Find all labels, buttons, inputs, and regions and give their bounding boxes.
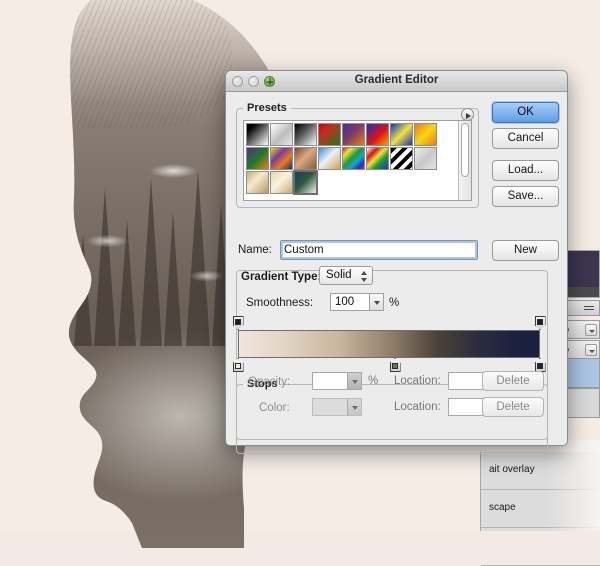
preset-swatch[interactable] (246, 171, 269, 194)
presets-scroll-thumb[interactable] (461, 123, 469, 177)
cancel-button[interactable]: Cancel (492, 128, 559, 149)
preset-swatch[interactable] (342, 123, 365, 146)
save-button[interactable]: Save... (492, 186, 559, 207)
delete-opacity-stop-button[interactable]: Delete (482, 371, 544, 391)
opacity-stop-marker[interactable] (233, 316, 244, 330)
delete-color-stop-button[interactable]: Delete (482, 397, 544, 417)
preset-swatch[interactable] (294, 123, 317, 146)
list-item[interactable]: ait overlay (481, 452, 600, 490)
load-button[interactable]: Load... (492, 160, 559, 181)
preset-swatch[interactable] (246, 123, 269, 146)
preset-swatch[interactable] (270, 171, 293, 194)
location-label-2: Location: (394, 401, 441, 413)
gradient-preview-strip[interactable] (238, 330, 540, 358)
preset-swatch[interactable] (414, 147, 437, 170)
opacity-stepper-icon[interactable] (585, 324, 597, 336)
smoothness-label: Smoothness: (246, 297, 313, 309)
gradient-editor-dialog[interactable]: Gradient Editor Presets OK Cancel Load..… (225, 70, 568, 446)
list-item[interactable] (481, 528, 600, 566)
preset-swatch[interactable] (318, 123, 341, 146)
preset-swatch[interactable] (390, 123, 413, 146)
opacity-label: Opacity: (248, 376, 290, 388)
preset-swatch[interactable] (318, 147, 341, 170)
updown-arrows-icon (361, 270, 368, 283)
fill-stepper-icon[interactable] (585, 344, 597, 356)
smoothness-unit: % (389, 297, 399, 309)
smoothness-input[interactable]: 100 (330, 293, 370, 311)
name-label: Name: (238, 244, 272, 256)
gradient-type-label: Gradient Type: (238, 271, 324, 283)
layers-list: ait overlay scape (480, 452, 600, 531)
layer-name: ait overlay (489, 464, 535, 475)
opacity-input[interactable] (312, 372, 362, 390)
dialog-titlebar[interactable]: Gradient Editor (226, 71, 567, 92)
preset-swatch[interactable] (294, 147, 317, 170)
color-swatch-input[interactable] (312, 398, 362, 416)
dialog-body: Presets OK Cancel Load... Save... New Na… (226, 92, 567, 445)
presets-scrollbar[interactable] (458, 121, 471, 200)
preset-swatch-grid[interactable] (246, 123, 458, 195)
preset-swatch[interactable] (342, 147, 365, 170)
gradient-type-select[interactable]: Solid (319, 266, 373, 285)
preset-swatch[interactable] (366, 147, 389, 170)
presets-list[interactable] (243, 120, 472, 201)
hair-wisps (2, 0, 232, 128)
gradient-type-value: Solid (326, 269, 352, 281)
opacity-dropdown-icon[interactable] (347, 373, 361, 389)
new-button[interactable]: New (492, 240, 559, 261)
opacity-stop-marker[interactable] (535, 316, 546, 330)
dialog-title: Gradient Editor (226, 74, 567, 86)
list-item[interactable]: scape (481, 490, 600, 528)
opacity-unit: % (368, 375, 378, 387)
ok-button[interactable]: OK (492, 102, 559, 123)
panel-menu-icon[interactable] (584, 306, 594, 312)
gradient-name-input[interactable] (280, 240, 478, 260)
presets-legend: Presets (243, 102, 291, 114)
color-stop-marker[interactable] (390, 358, 401, 372)
preset-swatch[interactable] (414, 123, 437, 146)
presets-group: Presets (236, 102, 479, 208)
preset-swatch[interactable] (294, 171, 317, 194)
preset-swatch[interactable] (390, 147, 413, 170)
color-label: Color: (259, 402, 290, 414)
preset-swatch[interactable] (366, 123, 389, 146)
preset-swatch[interactable] (270, 123, 293, 146)
color-stop-marker[interactable] (535, 358, 546, 372)
location-label-1: Location: (394, 375, 441, 387)
preset-swatch[interactable] (246, 147, 269, 170)
layer-name: scape (489, 502, 516, 513)
preset-swatch[interactable] (270, 147, 293, 170)
smoothness-dropdown-icon[interactable] (370, 293, 384, 311)
color-dropdown-icon[interactable] (347, 399, 361, 415)
color-stop-marker[interactable] (233, 358, 244, 372)
